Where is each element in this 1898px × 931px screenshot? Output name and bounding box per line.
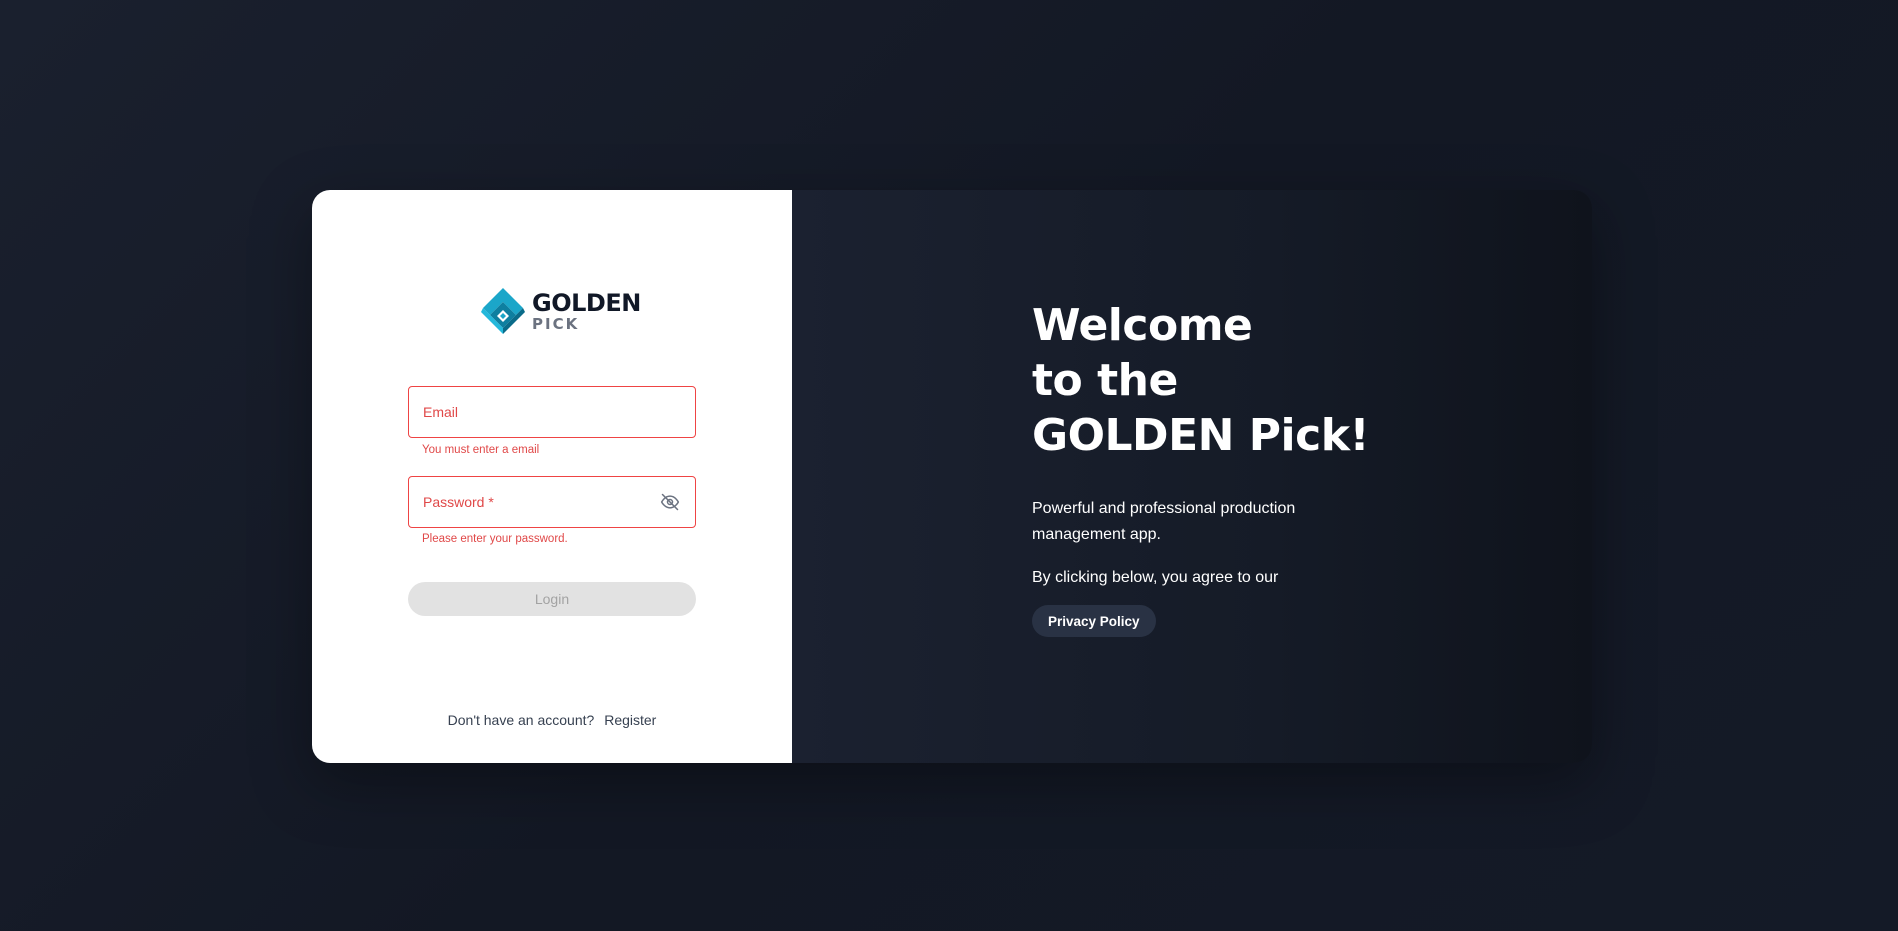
brand-name: GOLDEN PICK [532,291,641,332]
login-card: GOLDEN PICK Email You must enter a email… [312,190,1592,763]
email-field-label: Email [423,404,459,420]
password-error-message: Please enter your password. [422,533,568,545]
welcome-heading-line-1: Welcome [1032,300,1253,351]
eye-off-icon[interactable] [659,491,681,513]
agree-text: By clicking below, you agree to our [1032,569,1279,586]
password-field-label: Password * [423,494,494,510]
email-error-message: You must enter a email [422,444,540,456]
register-link[interactable]: Register [604,712,656,728]
register-row: Don't have an account? Register [312,712,792,728]
brand-name-top: GOLDEN [532,288,641,317]
brand-logo: GOLDEN PICK [478,286,641,336]
login-button[interactable]: Login [408,582,696,616]
tagline: Powerful and professional production man… [1032,500,1296,543]
register-prompt: Don't have an account? [447,712,595,728]
login-panel: GOLDEN PICK Email You must enter a email… [312,190,792,763]
welcome-heading-line-3: GOLDEN Pick! [1032,410,1370,461]
brand-name-bottom: PICK [532,314,580,333]
email-field[interactable]: Email [408,386,696,438]
privacy-policy-button[interactable]: Privacy Policy [1032,605,1156,637]
welcome-heading: Welcome to the GOLDEN Pick! [1032,298,1370,463]
welcome-panel: Welcome to the GOLDEN Pick! Powerful and… [792,190,1592,763]
password-field[interactable]: Password * [408,476,696,528]
golden-pick-logo-icon [481,288,525,334]
welcome-heading-line-2: to the [1032,355,1178,406]
